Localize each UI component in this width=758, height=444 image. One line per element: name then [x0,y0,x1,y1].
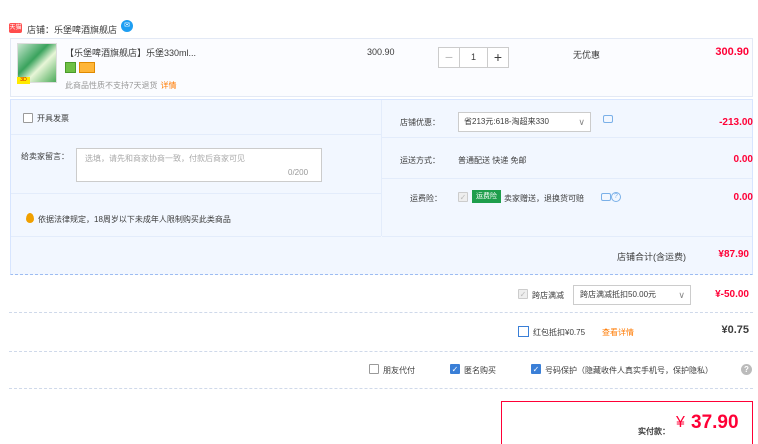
friend-pay-checkbox[interactable] [369,364,379,374]
quantity-input[interactable]: 1 [460,48,487,67]
quantity-stepper: − 1 + [438,47,509,68]
shop-name[interactable]: 店铺：乐堡啤酒旗舰店 [27,23,117,36]
age-restriction-notice: 依据法律规定，18周岁以下未成年人限制购买此类商品 [38,215,231,224]
item-total: 300.90 [715,46,749,58]
divider [9,351,753,352]
item-discount: 无优惠 [573,50,601,60]
chevron-down-icon: ∨ [678,290,685,300]
shipping-amount: 0.00 [733,154,753,165]
final-payment-label: 实付款： [638,427,670,436]
anonymous-purchase-checkbox[interactable]: ✓ [450,364,460,374]
shipping-method: 普通配送 快递 免邮 [458,156,527,165]
return-policy-text: 此商品性质不支持7天退货 [65,81,158,90]
red-packet-amount: ¥0.75 [721,324,749,336]
divider [382,137,752,138]
invoice-checkbox[interactable] [23,113,33,123]
number-protection-checkbox[interactable]: ✓ [531,364,541,374]
red-packet-label: 红包抵扣¥0.75 [533,328,586,337]
cross-store-amount: ¥-50.00 [715,289,749,300]
shop-discount-select[interactable]: 省213元:618-淘超来330 ∨ [458,112,591,132]
cross-store-checkbox: ✓ [518,289,528,299]
message-label: 给卖家留言： [21,152,69,161]
message-char-count: 0/200 [288,168,309,177]
chevron-down-icon: ∨ [578,117,585,127]
divider [11,193,381,194]
shop-subtotal-label: 店铺合计(含运费) [617,252,686,262]
wangwang-contact-icon[interactable]: ✉ [121,20,133,32]
unit-price: 300.90 [367,47,395,57]
location-pin-icon [26,213,34,223]
cross-store-select[interactable]: 跨店满减抵扣50.00元 ∨ [573,285,691,305]
shop-subtotal-amount: ¥87.90 [718,249,749,260]
anonymous-purchase-label: 匿名购买 [464,366,496,375]
return-policy-note: 此商品性质不支持7天退货 详情 [65,80,176,91]
divider [9,388,753,389]
divider [382,178,752,179]
cross-store-select-value: 跨店满减抵扣50.00元 [580,290,657,299]
number-protection-label: 号码保护（隐藏收件人真实手机号，保护隐私） [545,366,713,375]
cross-store-label: 跨店满减 [532,291,564,300]
quantity-decrease-button[interactable]: − [439,48,460,67]
seller-message-textarea[interactable]: 选填，请先和商家协商一致，付款后商家可见 [76,148,322,182]
shop-discount-select-value: 省213元:618-淘超来330 [464,117,549,126]
final-payment-amount: 37.90 [691,412,739,433]
service-guarantee-icon [65,62,76,73]
red-packet-details-link[interactable]: 查看详情 [602,327,634,338]
shop-discount-amount: -213.00 [719,117,753,128]
friend-pay-label: 朋友代付 [383,366,415,375]
insurance-label: 运费险： [410,194,442,203]
insurance-amount: 0.00 [733,192,753,203]
divider [9,312,753,313]
credit-card-icon [79,62,95,73]
chat-bubble-icon[interactable] [601,193,611,201]
red-packet-checkbox[interactable] [518,326,529,337]
chat-bubble-icon[interactable] [603,115,613,123]
insurance-checkbox: ✓ [458,192,468,202]
quantity-increase-button[interactable]: + [487,48,508,67]
divider [11,236,381,237]
divider [382,236,752,237]
freight-insurance-badge: 运费险 [472,190,501,203]
product-title[interactable]: 【乐堡啤酒旗舰店】乐堡330ml... [65,46,196,59]
return-policy-details-link[interactable]: 详情 [160,81,176,90]
help-icon[interactable]: ? [741,364,752,375]
tmall-badge-icon: 天猫 [9,23,22,33]
currency-symbol: ¥ [676,414,685,431]
shipping-label: 运送方式： [400,156,440,165]
divider [11,134,381,135]
insurance-description: 卖家赠送，退换货可赔 [504,194,584,203]
shop-discount-label: 店铺优惠： [400,118,440,127]
question-mark-icon[interactable]: ? [611,192,621,202]
panel-divider [381,100,382,236]
product-thumbnail-tag: 3D [17,77,30,84]
invoice-label: 开具发票 [37,114,69,123]
